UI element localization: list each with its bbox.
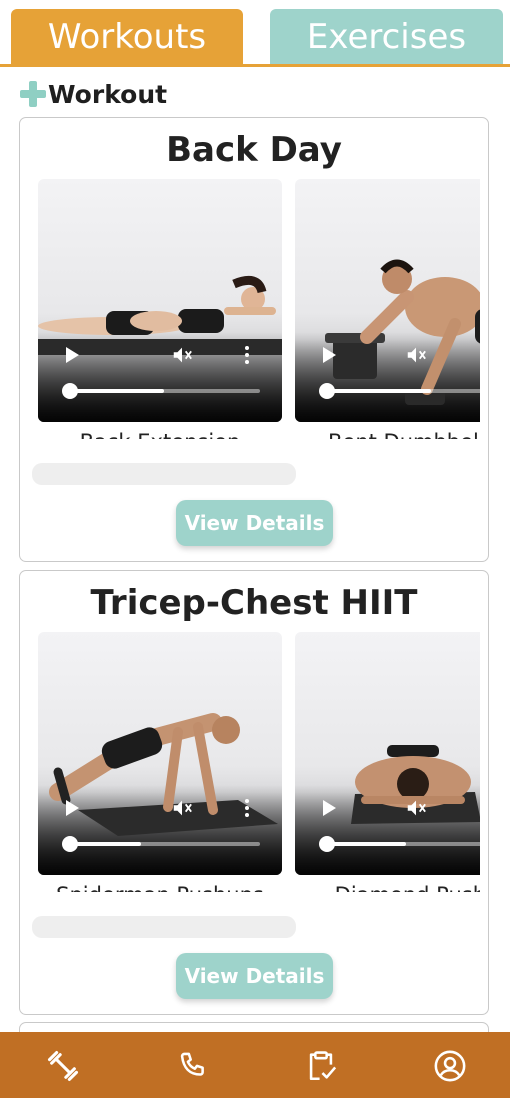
phone-icon[interactable] (175, 1049, 209, 1083)
play-icon[interactable] (323, 800, 336, 816)
mute-icon[interactable] (171, 797, 193, 819)
dumbbell-icon[interactable] (46, 1049, 80, 1083)
view-details-button[interactable]: View Details (176, 500, 333, 546)
bottom-navigation (0, 1032, 510, 1098)
exercise-video[interactable] (38, 632, 282, 875)
plus-icon (20, 81, 46, 107)
mute-icon[interactable] (405, 797, 427, 819)
exercise-carousel[interactable]: Back Extension (38, 179, 480, 439)
exercise-name: Bent Dumbbell R (295, 430, 480, 439)
progress-handle[interactable] (319, 836, 335, 852)
add-workout-label: Workout (48, 79, 168, 109)
mute-icon[interactable] (405, 344, 427, 366)
exercise-item: Bent Dumbbell R (295, 179, 480, 439)
play-icon[interactable] (66, 347, 79, 363)
view-details-button[interactable]: View Details (176, 953, 333, 999)
video-progress[interactable] (62, 383, 260, 399)
workout-card: Back Day View Details (19, 117, 489, 562)
tab-underline (0, 64, 510, 67)
clipboard-check-icon[interactable] (304, 1049, 338, 1083)
add-workout-button[interactable]: Workout (20, 79, 167, 109)
more-options-icon[interactable] (245, 799, 249, 817)
mute-icon[interactable] (171, 344, 193, 366)
description-placeholder (32, 916, 296, 938)
profile-icon[interactable] (433, 1049, 467, 1083)
exercise-video[interactable] (38, 179, 282, 422)
video-progress[interactable] (62, 836, 260, 852)
exercise-video[interactable] (295, 632, 480, 875)
play-icon[interactable] (323, 347, 336, 363)
exercise-item: Back Extension (38, 179, 282, 439)
description-placeholder (32, 463, 296, 485)
progress-handle[interactable] (319, 383, 335, 399)
exercise-name: Diamond Pushu (295, 883, 480, 892)
workout-title: Back Day (166, 130, 342, 170)
progress-handle[interactable] (62, 836, 78, 852)
tab-bar: Workouts Exercises (0, 0, 510, 68)
progress-handle[interactable] (62, 383, 78, 399)
exercise-item: Diamond Pushu (295, 632, 480, 892)
exercise-carousel[interactable]: Spiderman Pushups Diamond Pushu (38, 632, 480, 892)
video-progress[interactable] (319, 383, 480, 399)
exercise-video[interactable] (295, 179, 480, 422)
more-options-icon[interactable] (245, 346, 249, 364)
tab-exercises[interactable]: Exercises (270, 9, 503, 65)
tab-workouts[interactable]: Workouts (11, 9, 243, 65)
workout-title: Tricep-Chest HIIT (90, 583, 418, 623)
play-icon[interactable] (66, 800, 79, 816)
exercise-item: Spiderman Pushups (38, 632, 282, 892)
exercise-name: Spiderman Pushups (38, 883, 282, 892)
workout-card: Tricep-Chest HIIT View Details (19, 570, 489, 1015)
exercise-name: Back Extension (38, 430, 282, 439)
video-progress[interactable] (319, 836, 480, 852)
